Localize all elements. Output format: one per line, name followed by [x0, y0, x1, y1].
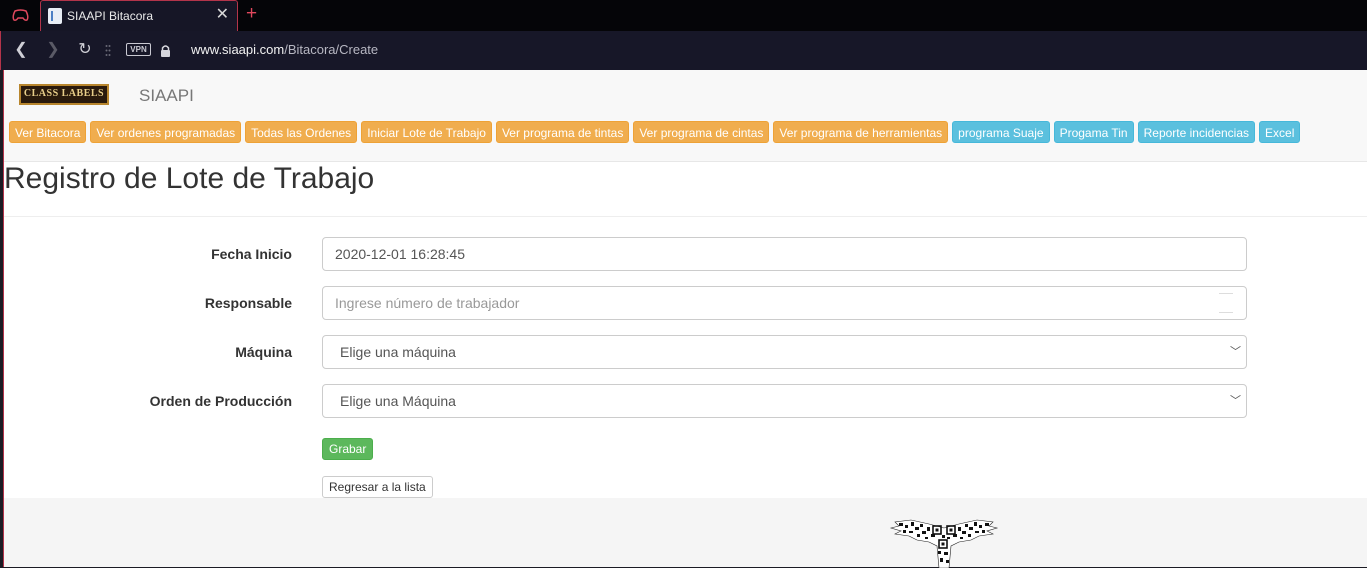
forward-icon[interactable]: ❯	[42, 39, 64, 61]
vpn-badge[interactable]: VPN	[126, 43, 151, 56]
document-icon	[48, 8, 62, 24]
title-divider	[4, 216, 1367, 217]
site-navbar: CLASS LABELS SIAAPI Ver Bitacora Ver ord…	[4, 70, 1367, 162]
browser-tab[interactable]: SIAAPI Bitacora ✕	[40, 0, 238, 31]
orden-row: Orden de Producción Elige una Máquina ﹀	[4, 384, 1367, 418]
footer	[4, 498, 1367, 568]
responsable-input[interactable]: Ingrese número de trabajador	[322, 286, 1247, 320]
fecha-inicio-input[interactable]: 2020-12-01 16:28:45	[322, 237, 1247, 271]
tab-title: SIAAPI Bitacora	[67, 9, 154, 23]
nav-excel-button[interactable]: Excel	[1259, 121, 1301, 143]
nav-ver-bitacora-button[interactable]: Ver Bitacora	[9, 121, 87, 143]
nav-todas-ordenes-button[interactable]: Todas las Ordenes	[245, 121, 358, 143]
url-domain: www.siaapi.com	[191, 42, 285, 57]
brand-link[interactable]: SIAAPI	[139, 86, 194, 106]
browser-tab-bar: SIAAPI Bitacora ✕ +	[0, 0, 1367, 31]
lock-icon[interactable]	[160, 44, 171, 57]
url-field[interactable]: www.siaapi.com/Bitacora/Create	[191, 42, 378, 57]
orden-selected: Elige una Máquina	[340, 393, 456, 409]
responsable-label: Responsable	[204, 295, 292, 311]
back-icon[interactable]: ❮	[10, 39, 32, 61]
class-labels-logo[interactable]: CLASS LABELS	[19, 84, 109, 105]
chevron-down-icon: ﹀	[1230, 395, 1241, 407]
number-spinner[interactable]	[1219, 293, 1233, 313]
fecha-inicio-label: Fecha Inicio	[211, 246, 292, 262]
url-path: /Bitacora/Create	[284, 42, 379, 57]
orden-select[interactable]: Elige una Máquina ﹀	[322, 384, 1247, 418]
maquina-row: Máquina Elige una máquina ﹀	[4, 335, 1367, 369]
maquina-select[interactable]: Elige una máquina ﹀	[322, 335, 1247, 369]
nav-programa-suaje-button[interactable]: programa Suaje	[952, 121, 1050, 143]
chevron-down-icon: ﹀	[1230, 346, 1241, 358]
qr-eagle-logo-icon	[889, 519, 999, 568]
address-bar: ❮ ❯ ↻ VPN www.siaapi.com/Bitacora/Create	[0, 31, 1367, 70]
nav-programa-tintas-button[interactable]: Ver programa de tintas	[495, 121, 630, 143]
maquina-selected: Elige una máquina	[340, 344, 456, 360]
grabar-button[interactable]: Grabar	[322, 438, 374, 460]
nav-programa-herramientas-button[interactable]: Ver programa de herramientas	[773, 121, 949, 143]
orden-label: Orden de Producción	[149, 393, 292, 409]
gamepad-icon[interactable]	[12, 8, 29, 22]
nav-menu: Ver Bitacora Ver ordenes programadas Tod…	[9, 121, 1301, 143]
nav-progama-tin-button[interactable]: Progama Tin	[1053, 121, 1134, 143]
reload-icon[interactable]: ↻	[74, 39, 96, 61]
grid-dots-icon	[105, 45, 111, 56]
page-title: Registro de Lote de Trabajo	[4, 162, 375, 195]
nav-programa-cintas-button[interactable]: Ver programa de cintas	[633, 121, 770, 143]
page-content: CLASS LABELS SIAAPI Ver Bitacora Ver ord…	[3, 70, 1367, 568]
nav-iniciar-lote-button[interactable]: Iniciar Lote de Trabajo	[361, 121, 492, 143]
responsable-row: Responsable Ingrese número de trabajador	[4, 286, 1367, 320]
regresar-button[interactable]: Regresar a la lista	[322, 476, 433, 498]
new-tab-icon[interactable]: +	[246, 3, 257, 25]
fecha-inicio-row: Fecha Inicio 2020-12-01 16:28:45	[4, 237, 1367, 271]
close-icon[interactable]: ✕	[216, 6, 229, 24]
nav-ordenes-programadas-button[interactable]: Ver ordenes programadas	[90, 121, 242, 143]
maquina-label: Máquina	[235, 344, 292, 360]
responsable-placeholder: Ingrese número de trabajador	[335, 295, 520, 311]
nav-reporte-incidencias-button[interactable]: Reporte incidencias	[1137, 121, 1256, 143]
